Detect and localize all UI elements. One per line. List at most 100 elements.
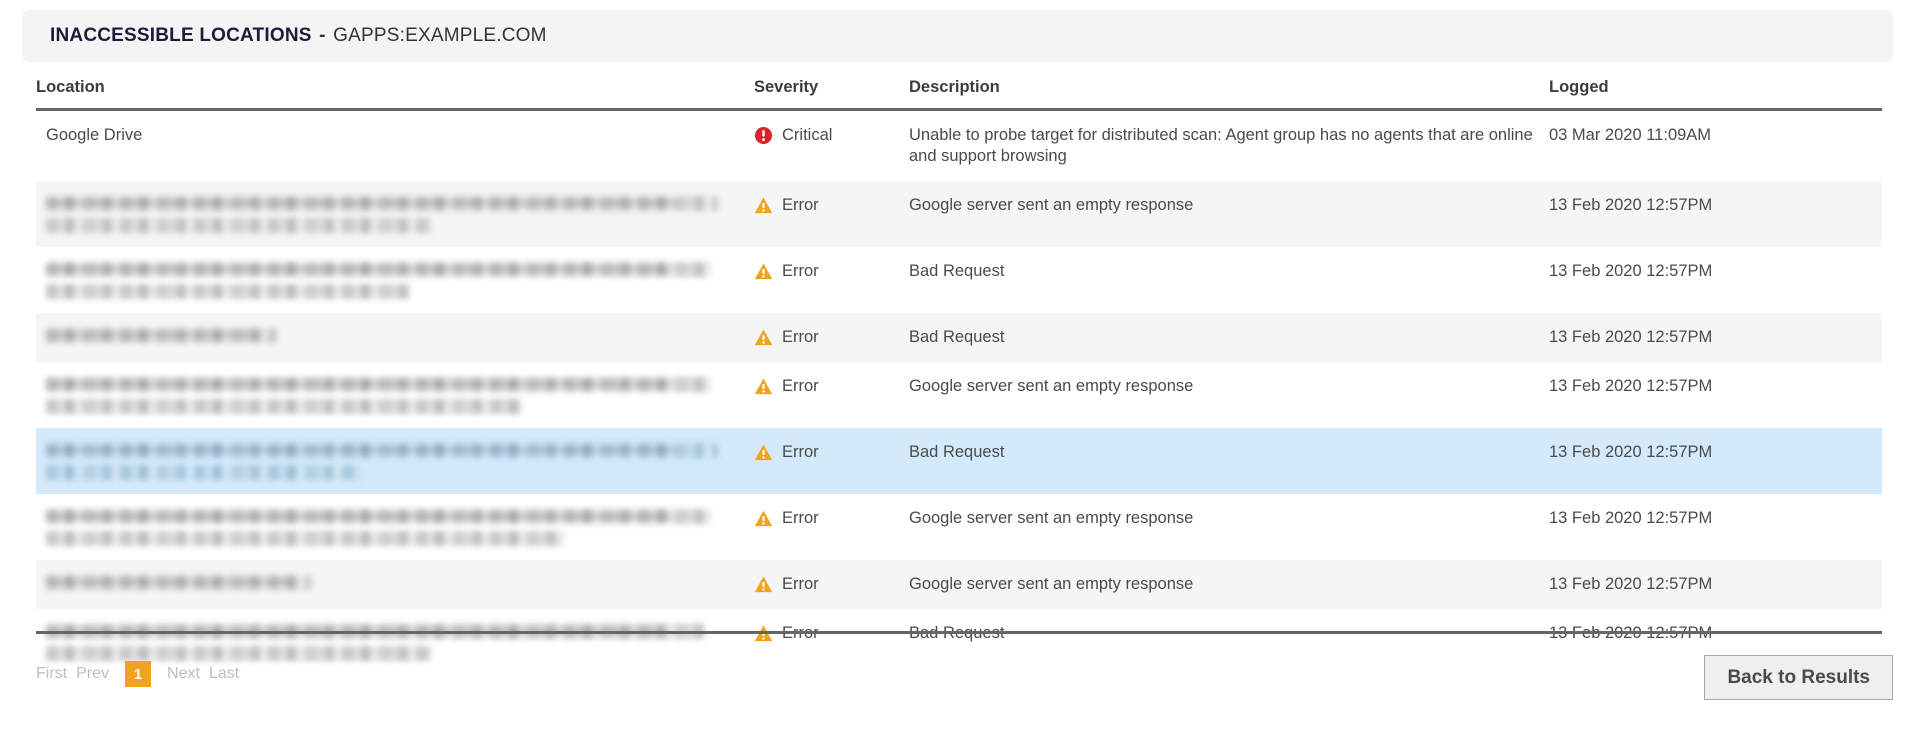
cell-logged: 13 Feb 2020 12:57PM [1549, 181, 1882, 247]
cell-description: Google server sent an empty response [909, 560, 1549, 609]
cell-description: Unable to probe target for distributed s… [909, 110, 1549, 182]
warning-triangle-icon [754, 443, 773, 462]
warning-triangle-icon [754, 377, 773, 396]
cell-logged: 13 Feb 2020 12:57PM [1549, 428, 1882, 494]
redacted-line [46, 196, 718, 211]
pagination: First Prev 1 Next Last [36, 661, 239, 687]
table-row[interactable]: Error Google server sent an empty respons… [36, 362, 1882, 428]
severity-label: Error [782, 376, 819, 397]
table-header: Location Severity Description Logged [36, 78, 1882, 110]
inaccessible-locations-panel: INACCESSIBLE LOCATIONS - GAPPS:EXAMPLE.C… [0, 0, 1918, 734]
cell-location [36, 560, 754, 609]
redacted-line [46, 531, 564, 546]
warning-triangle-icon [754, 575, 773, 594]
redacted-line [46, 399, 522, 414]
column-header-logged[interactable]: Logged [1549, 78, 1882, 110]
page-title: INACCESSIBLE LOCATIONS - GAPPS:EXAMPLE.C… [50, 25, 547, 47]
pagination-page-1[interactable]: 1 [125, 661, 151, 687]
cell-description: Google server sent an empty response [909, 181, 1549, 247]
redacted-location-text [46, 574, 746, 590]
cell-location [36, 181, 754, 247]
cell-location [36, 313, 754, 362]
cell-severity: Error [754, 494, 909, 560]
redacted-line [46, 575, 312, 590]
table-row[interactable]: Error Bad Request13 Feb 2020 12:57PM [36, 247, 1882, 313]
pagination-first[interactable]: First [36, 665, 67, 683]
cell-severity: Error [754, 181, 909, 247]
redacted-line [46, 328, 277, 343]
column-header-severity[interactable]: Severity [754, 78, 909, 110]
table-row[interactable]: Error Google server sent an empty respons… [36, 560, 1882, 609]
cell-severity: Error [754, 560, 909, 609]
inaccessible-locations-table: Location Severity Description Logged Goo… [36, 78, 1882, 675]
page-title-main: INACCESSIBLE LOCATIONS [50, 25, 312, 46]
severity-label: Critical [782, 125, 832, 146]
cell-location: Google Drive [36, 110, 754, 182]
redacted-line [46, 218, 431, 233]
severity-label: Error [782, 574, 819, 595]
redacted-location-text [46, 376, 746, 414]
cell-description: Bad Request [909, 313, 1549, 362]
redacted-line [46, 377, 711, 392]
results-table-wrapper: Location Severity Description Logged Goo… [36, 78, 1882, 675]
table-body: Google Drive Critical Unable to probe targ… [36, 110, 1882, 676]
cell-severity: Error [754, 313, 909, 362]
cell-logged: 13 Feb 2020 12:57PM [1549, 247, 1882, 313]
severity-label: Error [782, 442, 819, 463]
table-row[interactable]: Error Google server sent an empty respons… [36, 494, 1882, 560]
cell-severity: Error [754, 247, 909, 313]
table-row[interactable]: Error Google server sent an empty respons… [36, 181, 1882, 247]
footer: First Prev 1 Next Last Back to Results [0, 655, 1918, 715]
cell-logged: 13 Feb 2020 12:57PM [1549, 313, 1882, 362]
cell-severity: Critical [754, 110, 909, 182]
redacted-line [46, 262, 711, 277]
cell-location [36, 362, 754, 428]
column-header-location[interactable]: Location [36, 78, 754, 110]
redacted-line [46, 443, 718, 458]
redacted-line [46, 509, 711, 524]
redacted-location-text [46, 327, 746, 343]
cell-severity: Error [754, 428, 909, 494]
error-circle-icon [754, 126, 773, 145]
table-bottom-divider [36, 631, 1882, 634]
warning-triangle-icon [754, 262, 773, 281]
redacted-line [46, 465, 361, 480]
cell-logged: 13 Feb 2020 12:57PM [1549, 494, 1882, 560]
table-row[interactable]: Error Bad Request13 Feb 2020 12:57PM [36, 313, 1882, 362]
table-row[interactable]: Error Bad Request13 Feb 2020 12:57PM [36, 428, 1882, 494]
redacted-location-text [46, 195, 746, 233]
severity-label: Error [782, 508, 819, 529]
cell-logged: 13 Feb 2020 12:57PM [1549, 362, 1882, 428]
warning-triangle-icon [754, 328, 773, 347]
redacted-location-text [46, 261, 746, 299]
cell-location [36, 247, 754, 313]
redacted-location-text [46, 508, 746, 546]
panel-header: INACCESSIBLE LOCATIONS - GAPPS:EXAMPLE.C… [22, 10, 1893, 62]
cell-logged: 03 Mar 2020 11:09AM [1549, 110, 1882, 182]
cell-location [36, 494, 754, 560]
page-title-domain: GAPPS:EXAMPLE.COM [333, 25, 547, 46]
cell-description: Google server sent an empty response [909, 362, 1549, 428]
cell-logged: 13 Feb 2020 12:57PM [1549, 560, 1882, 609]
cell-description: Bad Request [909, 428, 1549, 494]
back-to-results-button[interactable]: Back to Results [1704, 655, 1893, 700]
redacted-line [46, 284, 410, 299]
redacted-location-text [46, 442, 746, 480]
pagination-next[interactable]: Next [167, 665, 200, 683]
table-header-row: Location Severity Description Logged [36, 78, 1882, 110]
warning-triangle-icon [754, 196, 773, 215]
severity-label: Error [782, 195, 819, 216]
severity-label: Error [782, 327, 819, 348]
severity-label: Error [782, 261, 819, 282]
cell-location [36, 428, 754, 494]
page-title-separator: - [312, 25, 334, 46]
location-text: Google Drive [46, 126, 142, 144]
cell-description: Bad Request [909, 247, 1549, 313]
column-header-description[interactable]: Description [909, 78, 1549, 110]
cell-description: Google server sent an empty response [909, 494, 1549, 560]
pagination-prev[interactable]: Prev [76, 665, 109, 683]
table-row[interactable]: Google Drive Critical Unable to probe targ… [36, 110, 1882, 182]
warning-triangle-icon [754, 509, 773, 528]
cell-severity: Error [754, 362, 909, 428]
pagination-last[interactable]: Last [209, 665, 239, 683]
